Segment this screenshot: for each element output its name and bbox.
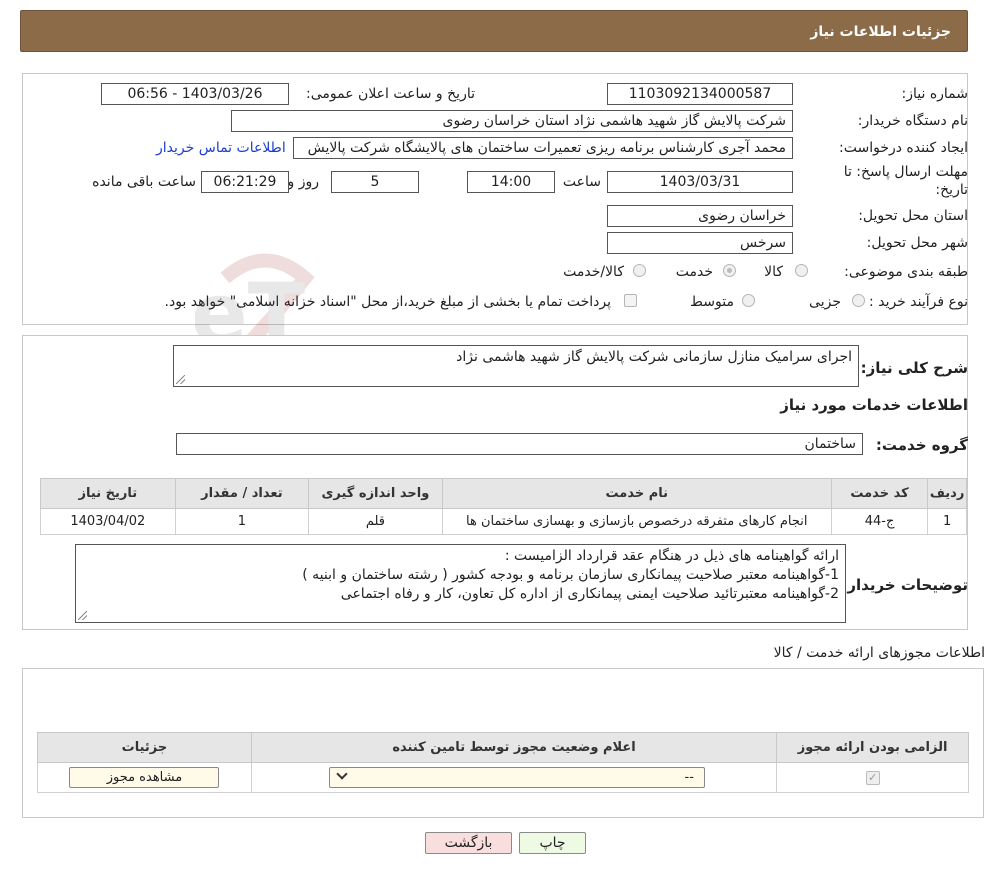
category-label: طبقه بندی موضوعی:: [844, 264, 968, 280]
cell-status: --: [250, 762, 778, 793]
cell-service-code: ج-44: [830, 508, 929, 535]
buyer-notes-textarea[interactable]: ارائه گواهینامه های ذیل در هنگام عقد قرا…: [75, 544, 846, 623]
license-status-value: --: [684, 770, 694, 785]
col-unit-header: واحد اندازه گیری: [308, 478, 443, 509]
need-number-label: شماره نیاز:: [901, 86, 969, 102]
cell-details: مشاهده مجوز: [37, 762, 252, 793]
col-date-header: تاریخ نیاز: [40, 478, 176, 509]
licenses-table: الزامی بودن ارائه مجوز اعلام وضعیت مجوز …: [37, 732, 969, 793]
remaining-time-field: 06:21:29: [201, 171, 289, 193]
buyer-notes-line-3: 2-گواهینامه معتبرتائید صلاحیت ایمنی پیما…: [340, 586, 839, 602]
page-title: جزئیات اطلاعات نیاز: [810, 24, 951, 40]
category-service-label: خدمت: [675, 264, 713, 280]
buyer-notes-label: توضیحات خریدار:: [841, 576, 968, 594]
chevron-down-icon: [336, 768, 348, 780]
service-group-field: ساختمان: [176, 433, 863, 455]
province-label: استان محل تحویل:: [858, 208, 968, 224]
services-section-title: اطلاعات خدمات مورد نیاز: [780, 396, 968, 414]
col-status-header: اعلام وضعیت مجوز توسط تامین کننده: [250, 732, 778, 763]
col-details-header: جزئیات: [37, 732, 252, 763]
service-group-label: گروه خدمت:: [875, 436, 968, 454]
buyer-notes-line-2: 1-گواهینامه معتبر صلاحیت پیمانکاری سازما…: [302, 567, 839, 583]
buyer-contact-link[interactable]: اطلاعات تماس خریدار: [156, 140, 286, 156]
cell-unit: قلم: [308, 508, 443, 535]
page-header: جزئیات اطلاعات نیاز: [20, 10, 968, 52]
deadline-time-field: 14:00: [467, 171, 555, 193]
deadline-date-field: 1403/03/31: [607, 171, 793, 193]
description-textarea[interactable]: اجرای سرامیک منازل سازمانی شرکت پالایش گ…: [173, 345, 859, 387]
category-service-radio[interactable]: [723, 264, 736, 277]
buyer-org-field: شرکت پالایش گاز شهید هاشمی نژاد استان خر…: [231, 110, 793, 132]
process-medium-label: متوسط: [690, 294, 734, 310]
view-license-button[interactable]: مشاهده مجوز: [69, 767, 220, 788]
remaining-time-label: ساعت باقی مانده: [92, 174, 196, 190]
category-both-label: کالا/خدمت: [563, 264, 624, 280]
cell-need-date: 1403/04/02: [40, 508, 176, 535]
process-medium-radio[interactable]: [742, 294, 755, 307]
city-label: شهر محل تحویل:: [866, 235, 968, 251]
licenses-table-header: الزامی بودن ارائه مجوز اعلام وضعیت مجوز …: [37, 732, 969, 763]
licenses-section-title: اطلاعات مجوزهای ارائه خدمت / کالا: [773, 645, 985, 661]
days-label: روز و: [287, 174, 320, 190]
services-table-header: ردیف کد خدمت نام خدمت واحد اندازه گیری ت…: [40, 478, 967, 509]
process-label: نوع فرآیند خرید :: [869, 294, 968, 310]
col-code-header: کد خدمت: [830, 478, 929, 509]
description-label: شرح کلی نیاز:: [860, 359, 968, 377]
need-number-field: 1103092134000587: [607, 83, 793, 105]
cell-quantity: 1: [174, 508, 310, 535]
category-both-radio[interactable]: [633, 264, 646, 277]
announce-label: تاریخ و ساعت اعلان عمومی:: [306, 86, 475, 102]
license-status-select[interactable]: --: [328, 767, 705, 788]
col-row-header: ردیف: [927, 478, 967, 509]
creator-field: محمد آجری کارشناس برنامه ریزی تعمیرات سا…: [293, 137, 793, 159]
table-row: 1 ج-44 انجام کارهای متفرقه درخصوص بازساز…: [40, 508, 967, 535]
city-field: سرخس: [607, 232, 793, 254]
col-name-header: نام خدمت: [441, 478, 832, 509]
cell-service-name: انجام کارهای متفرقه درخصوص بازسازی و بهس…: [441, 508, 832, 535]
deadline-label: مهلت ارسال پاسخ: تا: [843, 164, 968, 180]
treasury-payment-checkbox[interactable]: [624, 294, 637, 307]
resize-grip-icon[interactable]: [176, 375, 185, 384]
cell-row-number: 1: [927, 508, 967, 535]
table-row: ✓ -- مشاهده مجوز: [37, 762, 969, 793]
print-button[interactable]: چاپ: [519, 832, 586, 854]
col-required-header: الزامی بودن ارائه مجوز: [776, 732, 969, 763]
col-qty-header: تعداد / مقدار: [174, 478, 310, 509]
cell-required: ✓: [776, 762, 969, 793]
announce-datetime-field: 1403/03/26 - 06:56: [101, 83, 289, 105]
category-goods-label: کالا: [764, 264, 783, 280]
days-remaining-field: 5: [331, 171, 419, 193]
creator-label: ایجاد کننده درخواست:: [839, 140, 968, 156]
description-text: اجرای سرامیک منازل سازمانی شرکت پالایش گ…: [456, 349, 852, 365]
license-required-checkbox[interactable]: ✓: [865, 770, 880, 785]
process-minor-radio[interactable]: [852, 294, 865, 307]
deadline-label-date: تاریخ:: [935, 182, 968, 198]
category-goods-radio[interactable]: [795, 264, 808, 277]
process-minor-label: جزیی: [809, 294, 841, 310]
treasury-payment-note: پرداخت تمام یا بخشی از مبلغ خرید،از محل …: [164, 294, 611, 310]
province-field: خراسان رضوی: [607, 205, 793, 227]
back-button[interactable]: بازگشت: [425, 832, 512, 854]
resize-grip-icon[interactable]: [78, 611, 87, 620]
buyer-notes-line-1: ارائه گواهینامه های ذیل در هنگام عقد قرا…: [504, 548, 839, 564]
deadline-time-label: ساعت: [562, 174, 601, 190]
services-table: ردیف کد خدمت نام خدمت واحد اندازه گیری ت…: [40, 478, 967, 535]
buyer-org-label: نام دستگاه خریدار:: [857, 113, 968, 129]
